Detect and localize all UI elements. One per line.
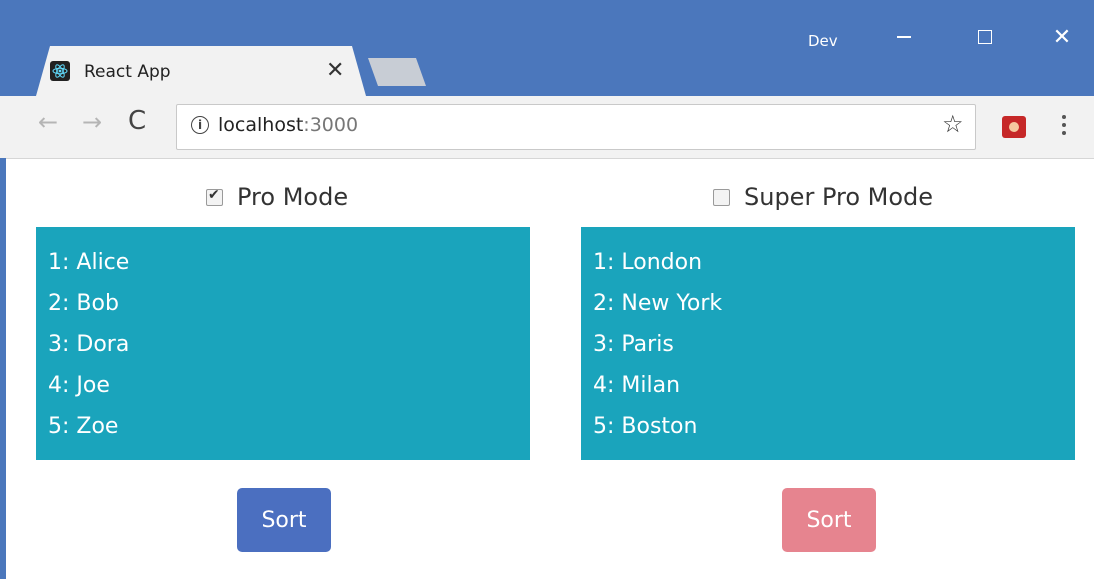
url-port: :3000 [303,114,359,136]
info-icon[interactable]: i [191,116,209,134]
list-item: 4: Joe [48,373,110,398]
right-panel: Super Pro Mode 1: London 2: New York 3: … [581,158,1075,579]
list-item: 5: Boston [593,414,698,439]
super-pro-mode-checkbox[interactable] [713,188,730,206]
names-list: 1: Alice 2: Bob 3: Dora 4: Joe 5: Zoe [36,227,530,460]
pro-mode-checkbox[interactable] [206,187,223,206]
tab-title: React App [84,62,171,82]
list-item: 1: London [593,250,703,275]
list-item: 3: Paris [593,332,674,357]
tab-close-icon[interactable]: ✕ [326,58,344,83]
list-item: 1: Alice [48,250,130,275]
pro-mode-toggle[interactable]: Pro Mode [206,182,348,212]
new-tab-button[interactable] [368,58,426,86]
list-item: 3: Dora [48,332,130,357]
react-logo-icon [50,61,70,81]
more-menu-icon[interactable] [1054,112,1074,140]
minimize-icon[interactable] [884,22,924,52]
list-item: 2: Bob [48,291,119,316]
super-pro-mode-toggle[interactable]: Super Pro Mode [713,182,933,212]
url-host: localhost [218,114,304,136]
super-pro-mode-label: Super Pro Mode [744,183,934,211]
bookmark-star-icon[interactable]: ☆ [942,110,964,138]
list-item: 5: Zoe [48,414,119,439]
left-panel: Pro Mode 1: Alice 2: Bob 3: Dora 4: Joe … [36,158,530,579]
window-border [0,158,6,579]
list-item: 4: Milan [593,373,681,398]
sort-names-button[interactable]: Sort [237,488,331,552]
cities-list: 1: London 2: New York 3: Paris 4: Milan … [581,227,1075,460]
profile-name[interactable]: Dev [808,32,838,50]
extension-icon[interactable] [1002,116,1026,138]
reload-icon[interactable]: C [128,106,146,136]
list-item: 2: New York [593,291,723,316]
close-window-icon[interactable]: ✕ [1042,22,1082,52]
pro-mode-label: Pro Mode [237,183,349,211]
forward-arrow-icon[interactable]: → [82,108,102,136]
back-arrow-icon[interactable]: ← [38,108,58,136]
maximize-icon[interactable] [965,22,1005,52]
sort-cities-button[interactable]: Sort [782,488,876,552]
url-text[interactable]: localhost:3000 [218,114,358,136]
